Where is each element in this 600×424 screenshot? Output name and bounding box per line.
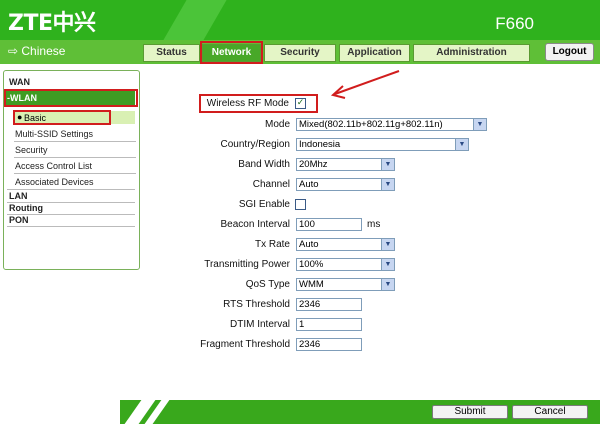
header-bar: ZTE中兴 F660 (0, 0, 600, 40)
logout-button[interactable]: Logout (545, 43, 594, 61)
channel-value: Auto (299, 179, 319, 190)
transmitting-power-select[interactable]: 100% ▼ (296, 258, 395, 271)
beacon-interval-input[interactable]: 100 (296, 218, 362, 231)
chevron-down-icon: ▼ (381, 159, 394, 170)
chevron-down-icon: ▼ (455, 139, 468, 150)
tx-rate-select[interactable]: Auto ▼ (296, 238, 395, 251)
rts-threshold-input[interactable]: 2346 (296, 298, 362, 311)
mode-value: Mixed(802.11b+802.11g+802.11n) (299, 119, 443, 130)
sidebar-divider (14, 173, 136, 174)
country-value: Indonesia (299, 139, 341, 150)
beacon-interval-label: Beacon Interval (220, 219, 291, 230)
country-label: Country/Region (220, 139, 290, 150)
qos-type-select[interactable]: WMM ▼ (296, 278, 395, 291)
beacon-interval-unit: ms (367, 219, 381, 230)
transmitting-power-value: 100% (299, 259, 324, 270)
band-width-value: 20Mhz (299, 159, 328, 170)
sidebar-divider (7, 189, 135, 190)
country-select[interactable]: Indonesia ▼ (296, 138, 469, 151)
sidebar-divider (7, 226, 135, 227)
header-decoration (163, 0, 227, 40)
sidebar-divider (7, 89, 135, 90)
zte-logo: ZTE中兴 (8, 11, 96, 36)
submit-button[interactable]: Submit (432, 405, 508, 419)
sidebar-item-pon[interactable]: PON (9, 215, 29, 225)
chevron-down-icon: ▼ (381, 239, 394, 250)
tab-security[interactable]: Security (264, 44, 336, 62)
sidebar-divider (14, 141, 136, 142)
sidebar-item-routing[interactable]: Routing (9, 203, 43, 213)
transmitting-power-label: Transmitting Power (204, 259, 290, 270)
tab-status[interactable]: Status (143, 44, 200, 62)
bullet-icon: ● (17, 112, 23, 122)
rts-threshold-label: RTS Threshold (223, 299, 290, 310)
fragment-threshold-input[interactable]: 2346 (296, 338, 362, 351)
qos-type-value: WMM (299, 279, 324, 290)
dtim-interval-input[interactable]: 1 (296, 318, 362, 331)
chevron-down-icon: ▼ (381, 259, 394, 270)
mode-label: Mode (264, 119, 290, 130)
sidebar-divider (14, 157, 136, 158)
channel-label: Channel (252, 179, 290, 190)
sidebar-item-associated-devices[interactable]: Associated Devices (15, 177, 94, 187)
sidebar-item-basic[interactable]: Basic (24, 113, 46, 123)
tx-rate-value: Auto (299, 239, 319, 250)
dtim-interval-label: DTIM Interval (229, 319, 290, 330)
tab-network[interactable]: Network (202, 44, 261, 62)
device-model: F660 (495, 14, 534, 33)
sidebar-item-multi-ssid[interactable]: Multi-SSID Settings (15, 129, 93, 139)
sidebar-item-security[interactable]: Security (15, 145, 48, 155)
fragment-threshold-label: Fragment Threshold (200, 339, 290, 350)
sgi-enable-checkbox[interactable] (295, 199, 306, 210)
sgi-enable-label: SGI Enable (238, 199, 290, 210)
chevron-down-icon: ▼ (381, 179, 394, 190)
band-width-select[interactable]: 20Mhz ▼ (296, 158, 395, 171)
sidebar-item-access-control[interactable]: Access Control List (15, 161, 92, 171)
chevron-down-icon: ▼ (473, 119, 486, 130)
language-switch-link[interactable]: ⇨ Chinese (8, 44, 65, 58)
annotation-arrow-icon (330, 70, 400, 99)
cancel-button[interactable]: Cancel (512, 405, 588, 419)
sidebar-item-lan[interactable]: LAN (9, 191, 28, 201)
wireless-rf-mode-label: Wireless RF Mode (206, 98, 289, 109)
sidebar-item-wan[interactable]: WAN (9, 77, 30, 87)
chevron-down-icon: ▼ (381, 279, 394, 290)
tab-application[interactable]: Application (339, 44, 410, 62)
sidebar-item-wlan[interactable]: -WLAN (5, 91, 135, 105)
qos-type-label: QoS Type (245, 279, 290, 290)
wireless-rf-mode-checkbox[interactable]: ✓ (295, 98, 306, 109)
mode-select[interactable]: Mixed(802.11b+802.11g+802.11n) ▼ (296, 118, 487, 131)
band-width-label: Band Width (238, 159, 290, 170)
tab-administration[interactable]: Administration (413, 44, 530, 62)
channel-select[interactable]: Auto ▼ (296, 178, 395, 191)
tx-rate-label: Tx Rate (254, 239, 290, 250)
